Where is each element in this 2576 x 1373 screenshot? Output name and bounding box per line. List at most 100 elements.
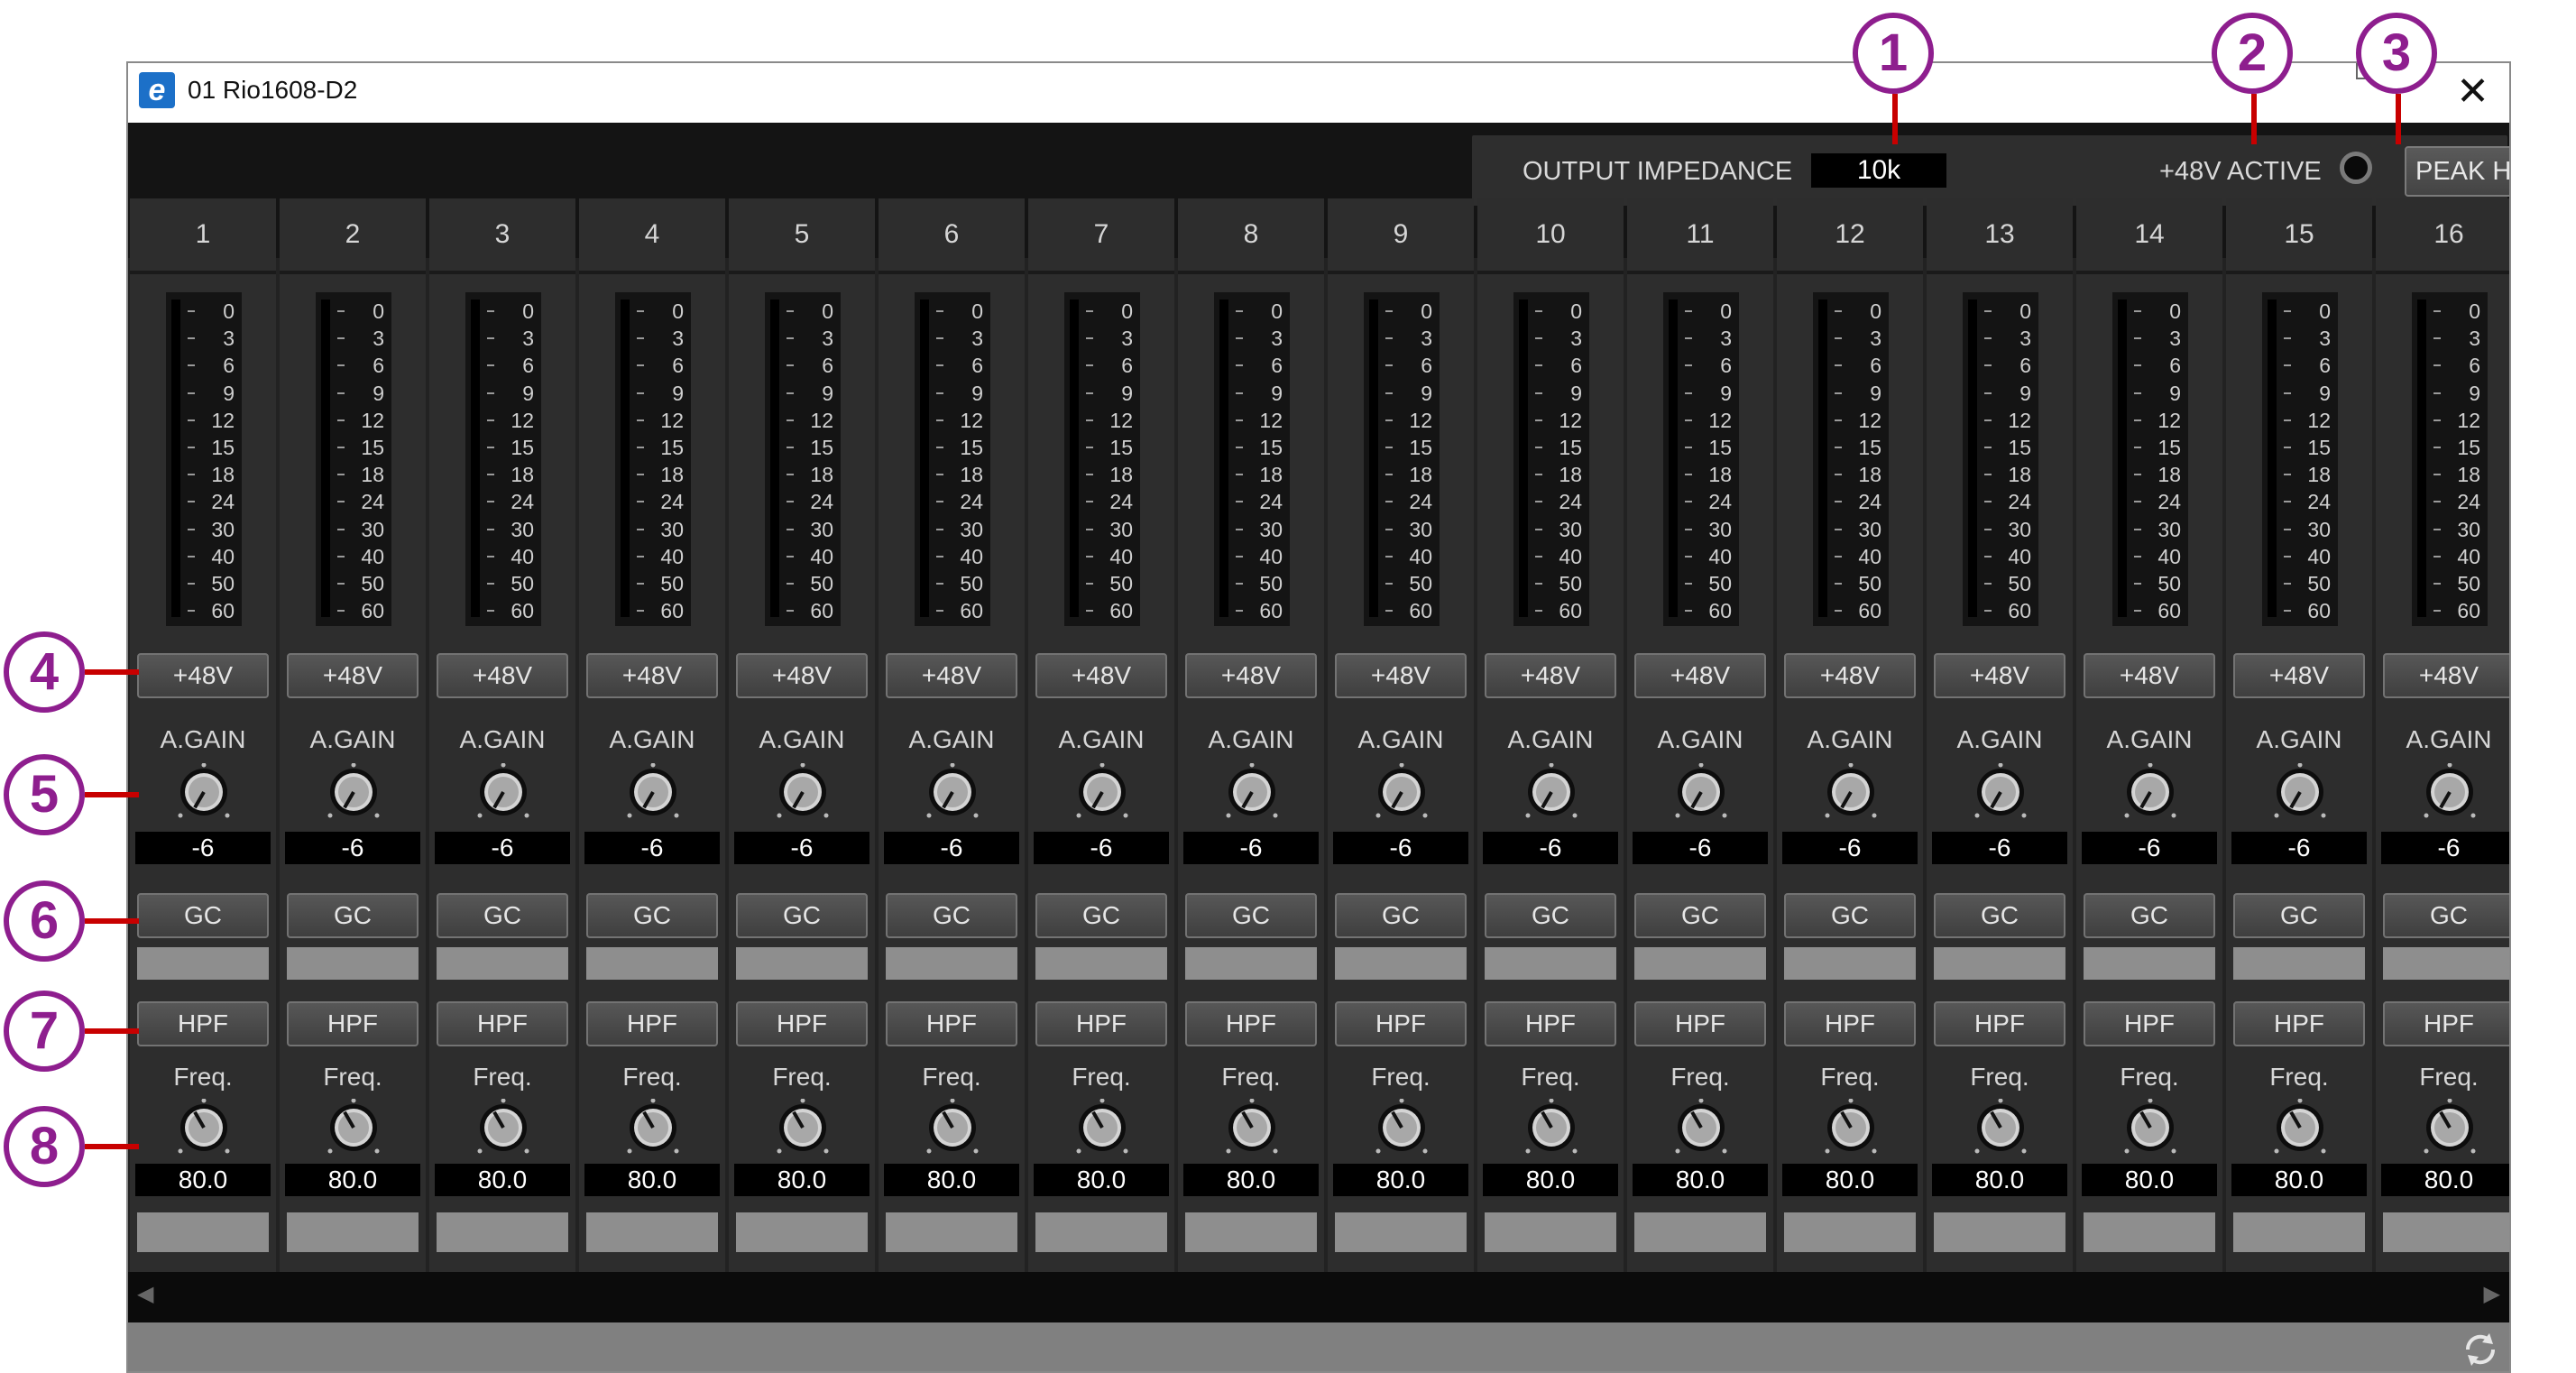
hpf-freq-knob[interactable]	[1672, 1099, 1730, 1156]
phantom-power-button[interactable]: +48V	[437, 653, 568, 698]
gain-knob[interactable]	[2121, 763, 2179, 821]
hpf-freq-knob[interactable]	[2421, 1099, 2479, 1156]
gain-knob[interactable]	[1223, 763, 1281, 821]
phantom-power-button[interactable]: +48V	[736, 653, 868, 698]
hpf-freq-knob[interactable]	[1822, 1099, 1880, 1156]
gain-compensation-button[interactable]: GC	[2233, 893, 2365, 938]
gain-knob[interactable]	[1523, 763, 1580, 821]
meter-scale-label: 0	[2019, 299, 2031, 323]
phantom-power-button[interactable]: +48V	[886, 653, 1017, 698]
meter-scale-label: 3	[1870, 327, 1881, 351]
hpf-freq-knob[interactable]	[1373, 1099, 1431, 1156]
gain-compensation-button[interactable]: GC	[137, 893, 269, 938]
gain-knob[interactable]	[1373, 763, 1431, 821]
gain-knob[interactable]	[2421, 763, 2479, 821]
hpf-button[interactable]: HPF	[2084, 1001, 2215, 1046]
meter-tick	[936, 528, 943, 530]
meter-tick	[2433, 419, 2441, 421]
gain-knob[interactable]	[624, 763, 682, 821]
hpf-freq-knob[interactable]	[1223, 1099, 1281, 1156]
hpf-freq-knob[interactable]	[1972, 1099, 2029, 1156]
channel-strip: 4 0 3 6 9 12 15 18 24 30 40 50 60 +48V A.GAIN -6 GC HPF F…	[579, 198, 725, 1272]
gain-compensation-button[interactable]: GC	[586, 893, 718, 938]
hpf-freq-knob[interactable]	[624, 1099, 682, 1156]
hpf-button[interactable]: HPF	[1934, 1001, 2065, 1046]
phantom-power-button[interactable]: +48V	[586, 653, 718, 698]
hpf-button[interactable]: HPF	[1485, 1001, 1616, 1046]
meter-scale-label: 3	[2319, 327, 2331, 351]
meter-bar	[770, 299, 779, 617]
gain-compensation-button[interactable]: GC	[1485, 893, 1616, 938]
gain-label: A.GAIN	[1357, 725, 1444, 753]
scroll-right-icon[interactable]: ▶	[2484, 1281, 2500, 1307]
gain-compensation-button[interactable]: GC	[1634, 893, 1766, 938]
hpf-button[interactable]: HPF	[1634, 1001, 1766, 1046]
meter-scale-label: 6	[2019, 354, 2031, 378]
hpf-button[interactable]: HPF	[2233, 1001, 2365, 1046]
gain-knob[interactable]	[1672, 763, 1730, 821]
hpf-freq-knob[interactable]	[1073, 1099, 1131, 1156]
hpf-button[interactable]: HPF	[886, 1001, 1017, 1046]
meter-scale-label: 60	[1409, 599, 1432, 623]
phantom-power-button[interactable]: +48V	[1934, 653, 2065, 698]
hpf-freq-knob[interactable]	[924, 1099, 981, 1156]
hpf-freq-knob[interactable]	[2121, 1099, 2179, 1156]
gain-knob[interactable]	[924, 763, 981, 821]
gain-compensation-button[interactable]: GC	[1784, 893, 1916, 938]
gain-compensation-button[interactable]: GC	[287, 893, 419, 938]
gain-knob[interactable]	[1822, 763, 1880, 821]
hpf-freq-knob[interactable]	[774, 1099, 832, 1156]
hpf-button[interactable]: HPF	[287, 1001, 419, 1046]
phantom-power-button[interactable]: +48V	[1485, 653, 1616, 698]
hpf-button[interactable]: HPF	[437, 1001, 568, 1046]
scroll-left-icon[interactable]: ◀	[137, 1281, 153, 1307]
phantom-power-button[interactable]: +48V	[1634, 653, 1766, 698]
phantom-power-button[interactable]: +48V	[2084, 653, 2215, 698]
gain-knob[interactable]	[325, 763, 382, 821]
phantom-power-button[interactable]: +48V	[1035, 653, 1167, 698]
gain-compensation-button[interactable]: GC	[1185, 893, 1317, 938]
gain-compensation-button[interactable]: GC	[1035, 893, 1167, 938]
peak-hold-button[interactable]: PEAK HOLD	[2405, 146, 2509, 197]
meter-bar	[171, 299, 180, 617]
gain-knob[interactable]	[1073, 763, 1131, 821]
gain-knob[interactable]	[2271, 763, 2329, 821]
phantom-power-button[interactable]: +48V	[1335, 653, 1467, 698]
sync-icon[interactable]	[2457, 1326, 2504, 1373]
phantom-power-button[interactable]: +48V	[2383, 653, 2509, 698]
gain-compensation-button[interactable]: GC	[437, 893, 568, 938]
app-logo-icon: e	[139, 72, 175, 108]
phantom-power-button[interactable]: +48V	[287, 653, 419, 698]
gain-compensation-button[interactable]: GC	[2383, 893, 2509, 938]
phantom-power-button[interactable]: +48V	[2233, 653, 2365, 698]
gain-compensation-button[interactable]: GC	[1335, 893, 1467, 938]
gain-knob[interactable]	[774, 763, 832, 821]
hpf-button[interactable]: HPF	[2383, 1001, 2509, 1046]
gain-compensation-button[interactable]: GC	[1934, 893, 2065, 938]
hpf-freq-knob[interactable]	[175, 1099, 233, 1156]
phantom-power-button[interactable]: +48V	[1784, 653, 1916, 698]
close-button[interactable]: ✕	[2456, 67, 2489, 117]
hpf-button[interactable]: HPF	[1035, 1001, 1167, 1046]
phantom-power-button[interactable]: +48V	[137, 653, 269, 698]
gain-knob[interactable]	[474, 763, 532, 821]
hpf-button[interactable]: HPF	[137, 1001, 269, 1046]
hpf-button[interactable]: HPF	[736, 1001, 868, 1046]
gain-compensation-button[interactable]: GC	[2084, 893, 2215, 938]
horizontal-scrollbar[interactable]: ◀ ▶	[128, 1272, 2509, 1322]
hpf-button[interactable]: HPF	[1335, 1001, 1467, 1046]
hpf-button[interactable]: HPF	[586, 1001, 718, 1046]
gain-knob[interactable]	[175, 763, 233, 821]
channel-strip: 10 0 3 6 9 12 15 18 24 30 40 50 60 +48V A.GAIN -6 GC HPF…	[1477, 198, 1624, 1272]
gain-compensation-button[interactable]: GC	[736, 893, 868, 938]
hpf-freq-knob[interactable]	[2271, 1099, 2329, 1156]
hpf-freq-knob[interactable]	[1523, 1099, 1580, 1156]
hpf-button[interactable]: HPF	[1784, 1001, 1916, 1046]
meter-tick	[337, 501, 345, 503]
gain-compensation-button[interactable]: GC	[886, 893, 1017, 938]
hpf-button[interactable]: HPF	[1185, 1001, 1317, 1046]
hpf-freq-knob[interactable]	[325, 1099, 382, 1156]
gain-knob[interactable]	[1972, 763, 2029, 821]
hpf-freq-knob[interactable]	[474, 1099, 532, 1156]
phantom-power-button[interactable]: +48V	[1185, 653, 1317, 698]
